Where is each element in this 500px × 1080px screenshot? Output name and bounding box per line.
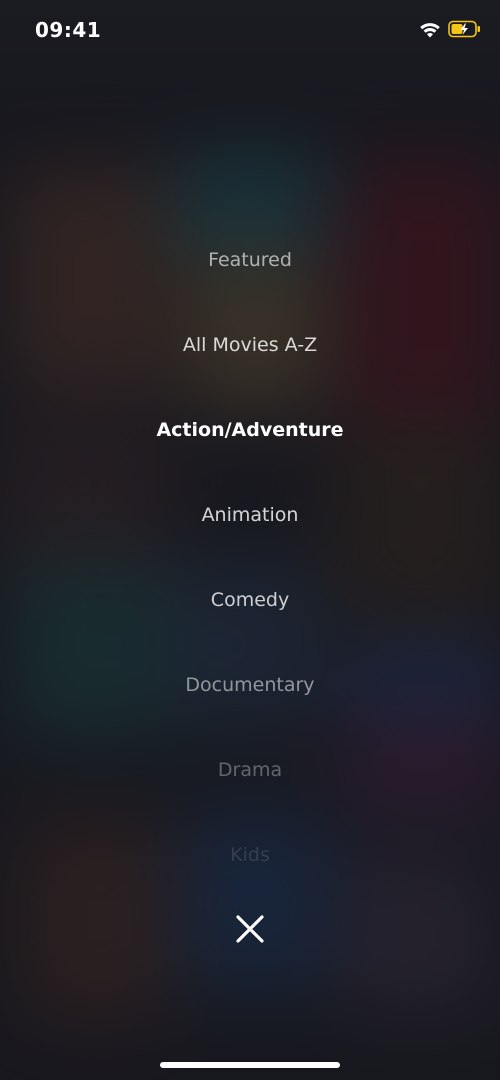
close-button[interactable] — [225, 904, 275, 954]
menu-item-animation[interactable]: Animation — [0, 502, 500, 528]
menu-item-drama[interactable]: Drama — [0, 757, 500, 783]
menu-item-documentary[interactable]: Documentary — [0, 672, 500, 698]
menu-item-all-movies-a-z[interactable]: All Movies A-Z — [0, 332, 500, 358]
home-indicator — [160, 1062, 340, 1068]
close-icon — [236, 915, 264, 943]
category-picker-screen: 09:41 Featured All Movies A-Z Action/Adv… — [0, 0, 500, 1080]
menu-item-comedy[interactable]: Comedy — [0, 587, 500, 613]
menu-item-kids[interactable]: Kids — [0, 842, 500, 868]
menu-item-featured[interactable]: Featured — [0, 247, 500, 273]
menu-item-action-adventure[interactable]: Action/Adventure — [0, 417, 500, 443]
